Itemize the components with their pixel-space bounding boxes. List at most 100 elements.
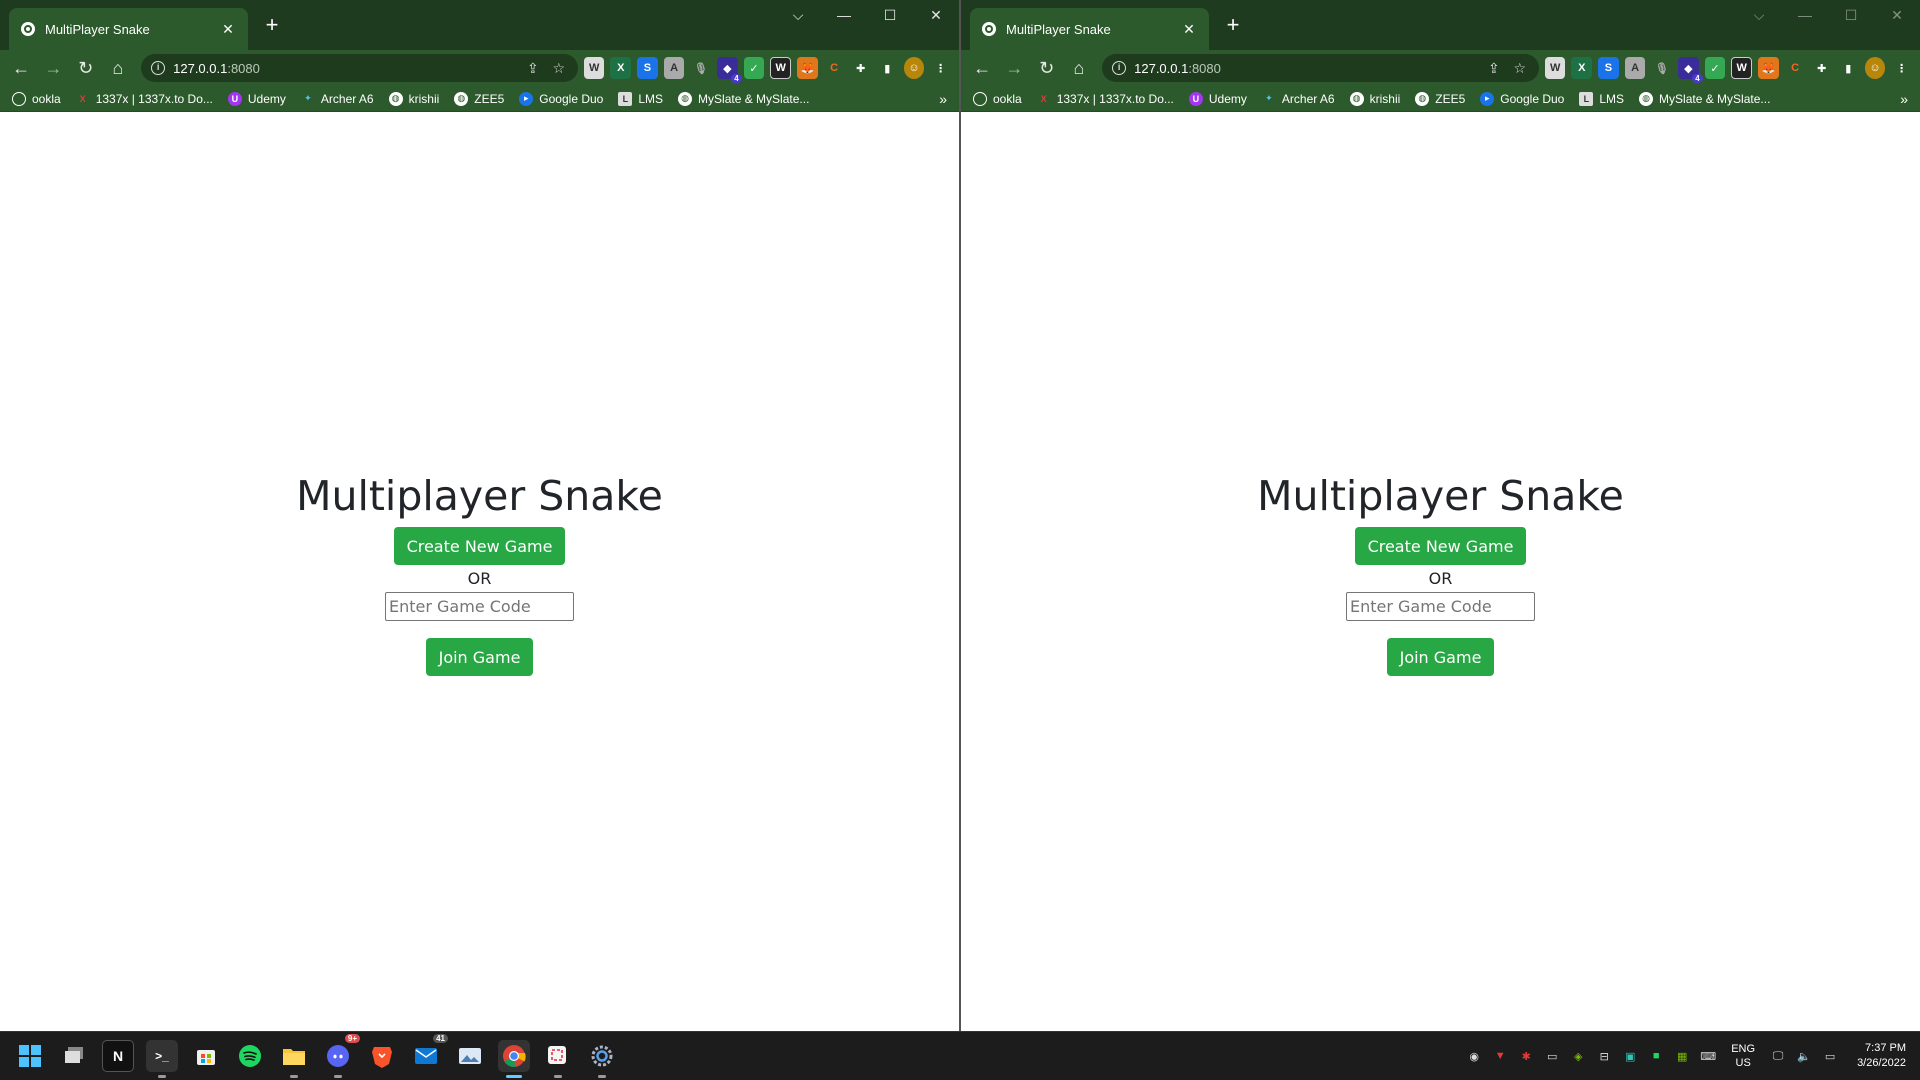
create-game-button[interactable]: Create New Game (1354, 527, 1527, 565)
avatar[interactable]: ☺ (903, 57, 925, 79)
bookmark-item[interactable]: ◍ krishii (1349, 91, 1400, 106)
shield-icon[interactable]: ✓ (743, 57, 765, 79)
chrome-icon[interactable] (498, 1040, 530, 1078)
green-tray-icon[interactable]: ■ (1647, 1048, 1665, 1064)
s-extension-icon[interactable]: S (1598, 57, 1619, 79)
bookmark-item[interactable]: ◍ krishii (388, 91, 439, 106)
bookmark-item[interactable]: L LMS (618, 91, 663, 106)
notion-icon[interactable]: N (102, 1040, 134, 1072)
sidebar-icon[interactable]: ▮ (1838, 57, 1859, 79)
site-info-icon[interactable]: i (1112, 61, 1127, 75)
network-icon[interactable]: 🖵 (1769, 1048, 1787, 1064)
reload-button[interactable]: ↻ (73, 54, 99, 82)
tab-search-icon[interactable]: ⌵ (1736, 0, 1782, 30)
vpn-tray-icon[interactable]: ▼ (1491, 1048, 1509, 1064)
minimize-button[interactable]: — (821, 0, 867, 30)
brave-icon[interactable] (366, 1040, 398, 1072)
bookmark-item[interactable]: ookla (973, 91, 1022, 106)
menu-icon[interactable]: ⋮ (930, 57, 951, 79)
bookmark-item[interactable]: L LMS (1579, 91, 1624, 106)
new-tab-button[interactable]: + (260, 14, 284, 38)
forward-button[interactable]: → (40, 54, 66, 82)
home-button[interactable]: ⌂ (105, 54, 131, 82)
usb-tray-icon[interactable]: ▭ (1543, 1048, 1561, 1064)
minimize-button[interactable]: — (1782, 0, 1828, 30)
excel-extension-icon[interactable]: X (610, 57, 632, 79)
puzzle-icon[interactable]: ✚ (850, 57, 871, 79)
translate-extension-icon[interactable]: A (1624, 57, 1646, 79)
extension-badge-icon[interactable]: ◆ 4 (717, 57, 742, 83)
volume-icon[interactable]: 🔈 (1795, 1048, 1813, 1064)
w-extension-icon[interactable]: W (1731, 57, 1753, 79)
spotify-icon[interactable] (234, 1040, 266, 1072)
bookmark-item[interactable]: ookla (12, 91, 61, 106)
microsoft-store-icon[interactable] (190, 1040, 222, 1072)
url-text[interactable]: 127.0.0.1:8080 (1134, 61, 1477, 76)
microphone-icon[interactable]: 🎙 (1651, 57, 1672, 79)
sidebar-icon[interactable]: ▮ (877, 57, 898, 79)
avatar[interactable]: ☺ (1864, 57, 1886, 79)
clock[interactable]: 7:37 PM 3/26/2022 (1857, 1041, 1906, 1071)
battery-icon[interactable]: ▭ (1821, 1048, 1839, 1064)
bookmark-item[interactable]: ✦ Archer A6 (301, 92, 373, 106)
c-extension-icon[interactable]: C (1785, 57, 1806, 79)
puzzle-icon[interactable]: ✚ (1811, 57, 1832, 79)
extension-icon[interactable]: W (583, 57, 605, 79)
s-extension-icon[interactable]: S (637, 57, 658, 79)
w-extension-icon[interactable]: W (770, 57, 792, 79)
language-indicator[interactable]: ENG US (1731, 1042, 1755, 1070)
tab-close-icon[interactable]: ✕ (220, 21, 236, 37)
browser-tab[interactable]: MultiPlayer Snake ✕ (9, 8, 248, 50)
windows-start-icon[interactable] (14, 1040, 46, 1072)
reload-button[interactable]: ↻ (1034, 54, 1060, 82)
tab-close-icon[interactable]: ✕ (1181, 21, 1197, 37)
back-button[interactable]: ← (969, 54, 995, 82)
url-text[interactable]: 127.0.0.1:8080 (173, 61, 516, 76)
bookmark-item[interactable]: X 1337x | 1337x.to Do... (76, 92, 213, 106)
browser-tab[interactable]: MultiPlayer Snake ✕ (970, 8, 1209, 50)
close-window-button[interactable]: ✕ (1874, 0, 1920, 30)
maximize-button[interactable]: ☐ (1828, 0, 1874, 30)
bookmark-star-icon[interactable]: ☆ (550, 59, 568, 77)
close-window-button[interactable]: ✕ (913, 0, 959, 30)
address-bar[interactable]: i 127.0.0.1:8080 ⇪ ☆ (1102, 54, 1539, 82)
tab-search-icon[interactable]: ⌵ (775, 0, 821, 30)
join-game-button[interactable]: Join Game (425, 638, 534, 676)
snipping-tool-icon[interactable] (542, 1040, 574, 1078)
back-button[interactable]: ← (8, 54, 34, 82)
site-info-icon[interactable]: i (151, 61, 166, 75)
bookmark-item[interactable]: ▸ Google Duo (1480, 91, 1564, 106)
bookmark-item[interactable]: U Udemy (227, 91, 286, 106)
keyboard-tray-icon[interactable]: ⌨ (1699, 1048, 1717, 1064)
microphone-icon[interactable]: 🎙 (690, 57, 711, 79)
menu-icon[interactable]: ⋮ (1891, 57, 1912, 79)
mail-icon[interactable]: 41 (410, 1034, 448, 1072)
photos-icon[interactable] (454, 1040, 486, 1072)
bookmark-item[interactable]: ◍ ZEE5 (1415, 91, 1465, 106)
bookmark-item[interactable]: ▸ Google Duo (519, 91, 603, 106)
file-explorer-icon[interactable] (278, 1040, 310, 1078)
bookmark-item[interactable]: ◍ MySlate & MySlate... (1639, 91, 1770, 106)
settings-icon[interactable] (586, 1040, 618, 1078)
discord-icon[interactable]: 9+ (322, 1034, 360, 1078)
nvidia-tray-icon[interactable]: ◈ (1569, 1048, 1587, 1064)
address-bar[interactable]: i 127.0.0.1:8080 ⇪ ☆ (141, 54, 578, 82)
bookmark-item[interactable]: ✦ Archer A6 (1262, 92, 1334, 106)
shield-icon[interactable]: ✓ (1704, 57, 1726, 79)
extension-icon[interactable]: W (1544, 57, 1566, 79)
bookmark-item[interactable]: ◍ ZEE5 (454, 91, 504, 106)
extension-badge-icon[interactable]: ◆ 4 (1678, 57, 1703, 83)
game-code-input[interactable] (385, 592, 574, 621)
bookmark-item[interactable]: ◍ MySlate & MySlate... (678, 91, 809, 106)
home-button[interactable]: ⌂ (1066, 54, 1092, 82)
translate-extension-icon[interactable]: A (663, 57, 685, 79)
app-tray-icon[interactable]: ✱ (1517, 1048, 1535, 1064)
maximize-button[interactable]: ☐ (867, 0, 913, 30)
more-bookmarks-icon[interactable]: » (1900, 91, 1908, 107)
forward-button[interactable]: → (1001, 54, 1027, 82)
new-tab-button[interactable]: + (1221, 14, 1245, 38)
monitor-tray-icon[interactable]: ▦ (1673, 1048, 1691, 1064)
excel-extension-icon[interactable]: X (1571, 57, 1593, 79)
share-icon[interactable]: ⇪ (1485, 59, 1503, 77)
game-code-input[interactable] (1346, 592, 1535, 621)
